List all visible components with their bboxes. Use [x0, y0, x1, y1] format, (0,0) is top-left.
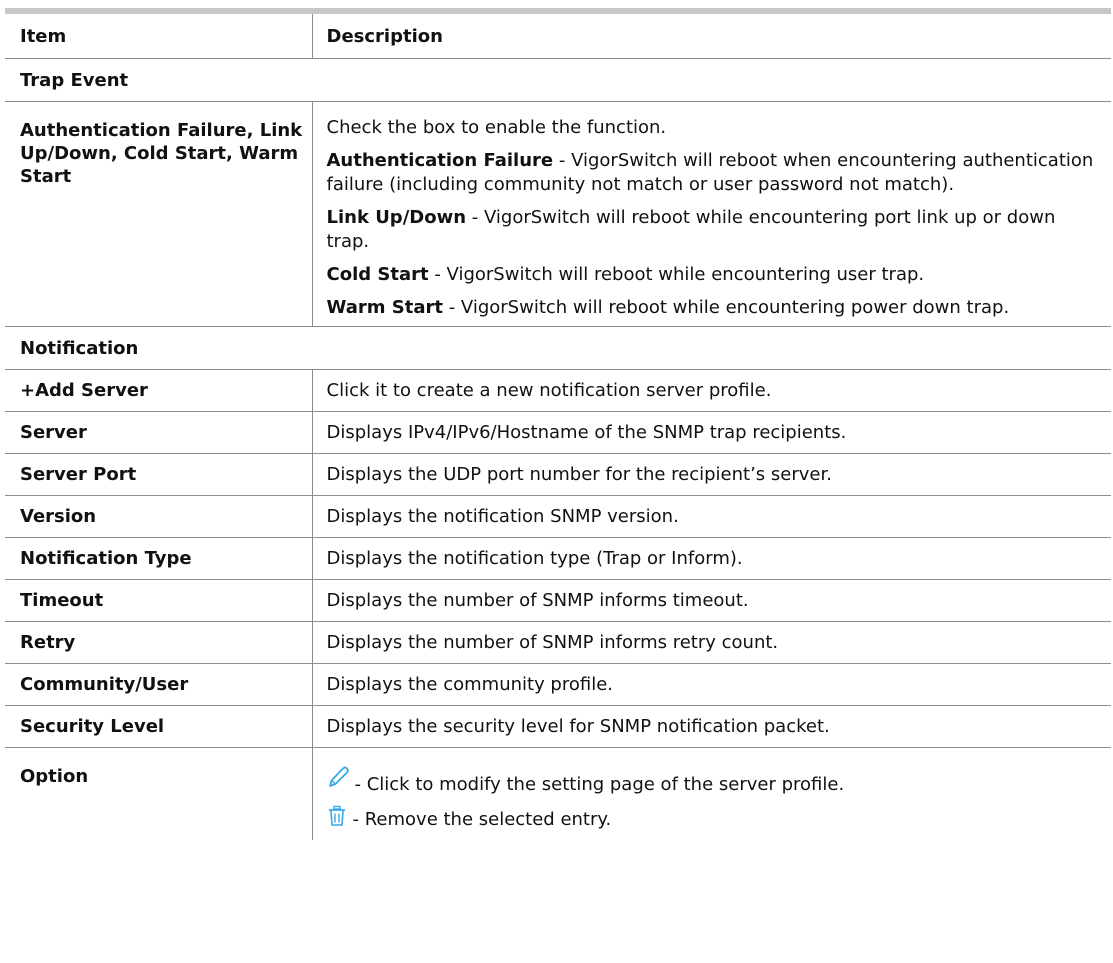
row-description: - Click to modify the setting page of th…: [312, 748, 1111, 841]
row-description: Displays the UDP port number for the rec…: [312, 453, 1111, 496]
entry-cold-start: Cold Start - VigorSwitch will reboot whi…: [327, 263, 1100, 287]
section-trap-event: Trap Event: [5, 58, 1111, 102]
entry-term: Cold Start: [326, 264, 429, 285]
row-item: Option: [5, 747, 313, 840]
table-row: Community/User Displays the community pr…: [5, 663, 1111, 706]
entry-term: Link Up/Down: [326, 207, 467, 228]
entry-link-up-down: Link Up/Down - VigorSwitch will reboot w…: [327, 206, 1100, 254]
row-item: Community/User: [5, 663, 313, 706]
table-row: Retry Displays the number of SNMP inform…: [5, 621, 1111, 664]
row-item: +Add Server: [5, 369, 313, 412]
row-description: Displays the number of SNMP informs retr…: [312, 621, 1111, 664]
row-item: Server: [5, 411, 313, 454]
row-item: Version: [5, 495, 313, 538]
row-item: Security Level: [5, 705, 313, 748]
table-row: Server Port Displays the UDP port number…: [5, 453, 1111, 496]
option-remove-text: - Remove the selected entry.: [352, 808, 612, 830]
trash-icon: [327, 805, 347, 834]
row-description: Displays the security level for SNMP not…: [312, 705, 1111, 748]
section-title: Trap Event: [5, 58, 1111, 102]
table-row: Server Displays IPv4/IPv6/Hostname of th…: [5, 411, 1111, 454]
entry-authentication-failure: Authentication Failure - VigorSwitch wil…: [327, 149, 1100, 197]
row-description: Click it to create a new notification se…: [312, 369, 1111, 412]
table-header: Item Description: [5, 14, 1111, 59]
table-row: Version Displays the notification SNMP v…: [5, 495, 1111, 538]
row-item: Server Port: [5, 453, 313, 496]
row-item: Retry: [5, 621, 313, 664]
entry-term: Authentication Failure: [326, 150, 554, 171]
row-item: Notification Type: [5, 537, 313, 580]
section-notification: Notification: [5, 326, 1111, 370]
intro-text: Check the box to enable the function.: [326, 117, 667, 138]
table-row: Timeout Displays the number of SNMP info…: [5, 579, 1111, 622]
table-row: Notification Type Displays the notificat…: [5, 537, 1111, 580]
row-description: Displays the community profile.: [312, 663, 1111, 706]
entry-text: - VigorSwitch will reboot while encounte…: [428, 264, 925, 285]
table-row: +Add Server Click it to create a new not…: [5, 369, 1111, 412]
table-row-option: Option - Click to modify the setting pag…: [5, 747, 1111, 841]
entry-warm-start: Warm Start - VigorSwitch will reboot whi…: [327, 296, 1100, 320]
header-description: Description: [311, 14, 1111, 59]
row-description: Displays the number of SNMP informs time…: [312, 579, 1111, 622]
description-table: Item Description Trap Event Authenticati…: [5, 8, 1111, 840]
entry-term: Warm Start: [326, 297, 443, 318]
table-row: Security Level Displays the security lev…: [5, 705, 1111, 748]
option-edit-text: - Click to modify the setting page of th…: [354, 774, 845, 795]
row-item: Authentication Failure, Link Up/Down, Co…: [5, 101, 313, 327]
row-item: Timeout: [5, 579, 313, 622]
row-description: Displays IPv4/IPv6/Hostname of the SNMP …: [312, 411, 1111, 454]
entry-text: - VigorSwitch will reboot while encounte…: [442, 297, 1010, 318]
option-edit-line: - Click to modify the setting page of th…: [327, 762, 1100, 797]
row-description: Displays the notification SNMP version.: [312, 495, 1111, 538]
row-description: Displays the notification type (Trap or …: [312, 537, 1111, 580]
option-remove-line: - Remove the selected entry.: [327, 805, 1100, 834]
row-description: Check the box to enable the function. Au…: [312, 101, 1111, 327]
header-item: Item: [5, 14, 312, 59]
table-row: Authentication Failure, Link Up/Down, Co…: [5, 101, 1111, 327]
pencil-icon: [327, 764, 349, 797]
section-title: Notification: [5, 326, 1111, 370]
